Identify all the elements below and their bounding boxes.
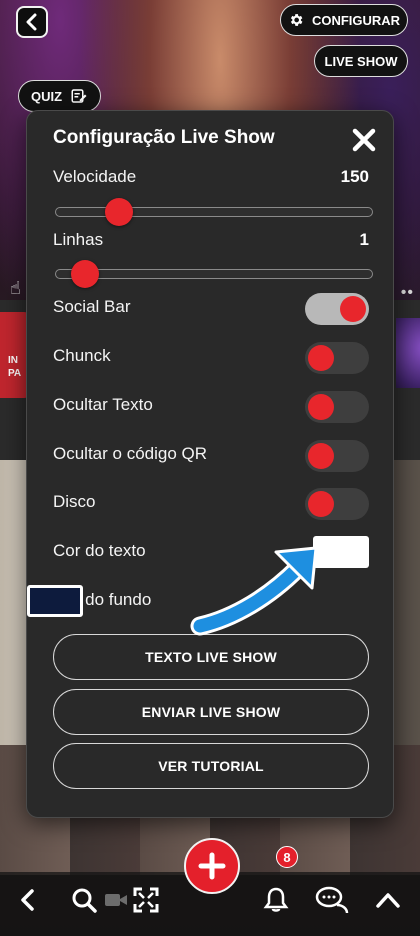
live-show-button[interactable]: LIVE SHOW xyxy=(314,45,408,77)
chunck-toggle[interactable] xyxy=(305,342,369,374)
social-bar-label: Social Bar xyxy=(53,297,131,316)
ocultar-texto-label: Ocultar Texto xyxy=(53,395,153,414)
ocultar-texto-toggle[interactable] xyxy=(305,391,369,423)
ocultar-qr-toggle[interactable] xyxy=(305,440,369,472)
velocidade-slider[interactable] xyxy=(55,198,373,226)
live-show-label: LIVE SHOW xyxy=(324,53,398,69)
linhas-value: 1 xyxy=(359,230,369,249)
chevron-up-icon xyxy=(376,893,400,908)
disco-label: Disco xyxy=(53,492,96,511)
notifications-button[interactable] xyxy=(256,880,296,920)
close-icon xyxy=(352,128,376,152)
chevron-left-icon xyxy=(21,889,34,911)
plus-icon xyxy=(198,852,226,880)
linhas-slider[interactable] xyxy=(55,260,373,288)
velocidade-slider-thumb[interactable] xyxy=(105,198,133,226)
quiz-label: QUIZ xyxy=(30,88,63,104)
chat-bubbles-icon xyxy=(315,886,349,914)
close-button[interactable] xyxy=(351,127,377,153)
edit-note-icon xyxy=(71,89,87,103)
feed-tile-text: IN PA xyxy=(8,355,22,379)
configurar-button[interactable]: CONFIGURAR xyxy=(280,4,408,36)
hand-pointer-icon: ☝ xyxy=(10,278,21,298)
linhas-slider-thumb[interactable] xyxy=(71,260,99,288)
gear-icon xyxy=(290,14,303,26)
texto-live-show-button[interactable]: TEXTO LIVE SHOW xyxy=(53,634,369,680)
social-bar-toggle[interactable] xyxy=(305,293,369,325)
notification-count-badge: 8 xyxy=(276,846,298,868)
live-show-settings-modal: Configuração Live Show Velocidade 150 Li… xyxy=(26,110,394,818)
modal-title: Configuração Live Show xyxy=(53,127,275,148)
bell-icon xyxy=(263,887,289,912)
search-icon xyxy=(72,888,97,913)
expand-icon xyxy=(133,887,159,913)
chat-button[interactable] xyxy=(312,880,352,920)
fullscreen-button[interactable] xyxy=(126,880,166,920)
cor-texto-label: Cor do texto xyxy=(53,541,146,560)
nav-back-button[interactable] xyxy=(8,880,48,920)
disco-toggle[interactable] xyxy=(305,488,369,520)
chunck-label: Chunck xyxy=(53,346,111,365)
toggle-knob xyxy=(308,345,334,371)
enviar-live-show-button[interactable]: ENVIAR LIVE SHOW xyxy=(53,689,369,735)
back-button[interactable] xyxy=(16,6,48,38)
scroll-up-button[interactable] xyxy=(368,880,408,920)
annotation-arrow-icon xyxy=(190,546,318,636)
velocidade-value: 150 xyxy=(340,167,369,186)
feed-tile-purple[interactable] xyxy=(396,318,420,388)
ver-tutorial-button[interactable]: VER TUTORIAL xyxy=(53,743,369,789)
quiz-button[interactable]: QUIZ xyxy=(18,80,101,112)
video-camera-icon xyxy=(105,894,127,906)
toggle-knob xyxy=(308,491,334,517)
configurar-label: CONFIGURAR xyxy=(311,12,401,28)
more-options-icon[interactable]: •• xyxy=(401,284,414,302)
ocultar-qr-label: Ocultar o código QR xyxy=(53,444,208,463)
toggle-knob xyxy=(340,296,366,322)
linhas-label: Linhas xyxy=(53,230,104,249)
cor-fundo-swatch[interactable] xyxy=(27,585,83,617)
add-button[interactable] xyxy=(184,838,240,894)
toggle-knob xyxy=(308,394,334,420)
velocidade-label: Velocidade xyxy=(53,167,137,186)
chevron-left-icon xyxy=(26,13,37,31)
toggle-knob xyxy=(308,443,334,469)
